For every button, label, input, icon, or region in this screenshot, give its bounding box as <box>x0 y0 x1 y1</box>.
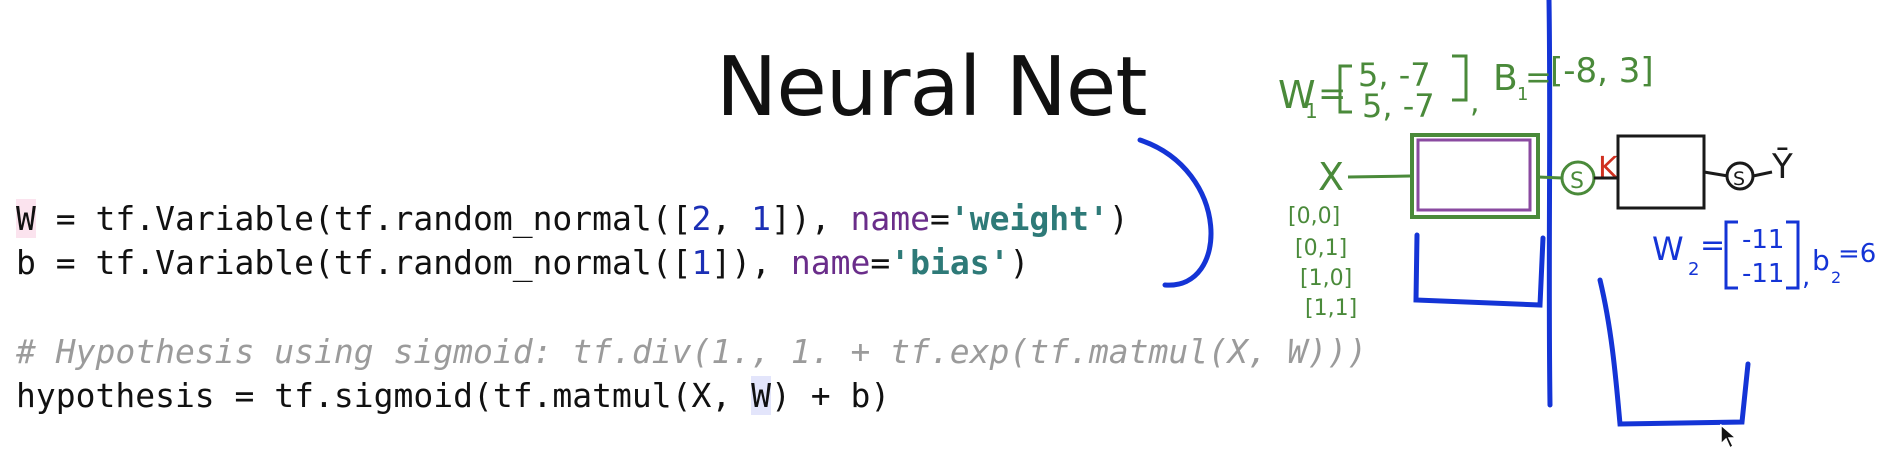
k-label: K <box>1598 151 1619 186</box>
input-row-3: [1,0] <box>1300 266 1352 291</box>
b2-value: =6 <box>1838 239 1876 269</box>
sigmoid1-label: S <box>1570 169 1584 194</box>
layer2-bracket <box>1597 277 1751 427</box>
w2-row-2: -11 <box>1742 259 1784 289</box>
layer2-box <box>1616 134 1706 210</box>
input-row-1: [0,0] <box>1288 204 1340 229</box>
b1-values: [-8, 3] <box>1550 51 1654 91</box>
y-hat-label: Ȳ <box>1771 147 1793 187</box>
mouse-pointer-icon <box>1720 424 1738 450</box>
sigmoid2-label: S <box>1733 168 1745 190</box>
layer1-bracket <box>1413 232 1546 308</box>
sigmoid-to-output <box>1752 170 1773 178</box>
w1-row-2: 5, -7 <box>1362 87 1435 125</box>
layer1-box-inner <box>1416 138 1532 212</box>
input-row-2: [0,1] <box>1295 236 1347 261</box>
w2-subscript: 2 <box>1688 259 1699 280</box>
blue-bracket-stroke <box>1137 137 1214 288</box>
w2-label: W <box>1652 230 1684 268</box>
w2-left-bracket <box>1724 220 1738 290</box>
w2-right-bracket <box>1786 220 1800 290</box>
layer1-to-sigmoid <box>1537 175 1563 180</box>
w1-subscript: 1 <box>1305 99 1318 123</box>
input-row-4: [1,1] <box>1305 296 1357 321</box>
w1-equals: = <box>1318 74 1347 114</box>
x-label: X <box>1318 155 1344 199</box>
x-input-line <box>1347 174 1411 179</box>
b1-label: B <box>1493 58 1518 99</box>
w2-row-1: -11 <box>1742 225 1784 255</box>
w2-comma: , <box>1802 262 1810 292</box>
w1-comma: , <box>1470 85 1480 120</box>
w2-equals: = <box>1700 228 1725 263</box>
b2-label: b <box>1812 244 1830 277</box>
ink-annotations: W 1 = 5, -7 5, -7 , B 1 = [-8, 3] X [0,0… <box>1137 0 1876 427</box>
layer2-to-sigmoid <box>1703 170 1729 178</box>
w1-right-bracket <box>1452 54 1468 102</box>
layer1-box <box>1410 133 1540 219</box>
b2-subscript: 2 <box>1831 268 1841 287</box>
b1-equals: = <box>1525 58 1552 96</box>
